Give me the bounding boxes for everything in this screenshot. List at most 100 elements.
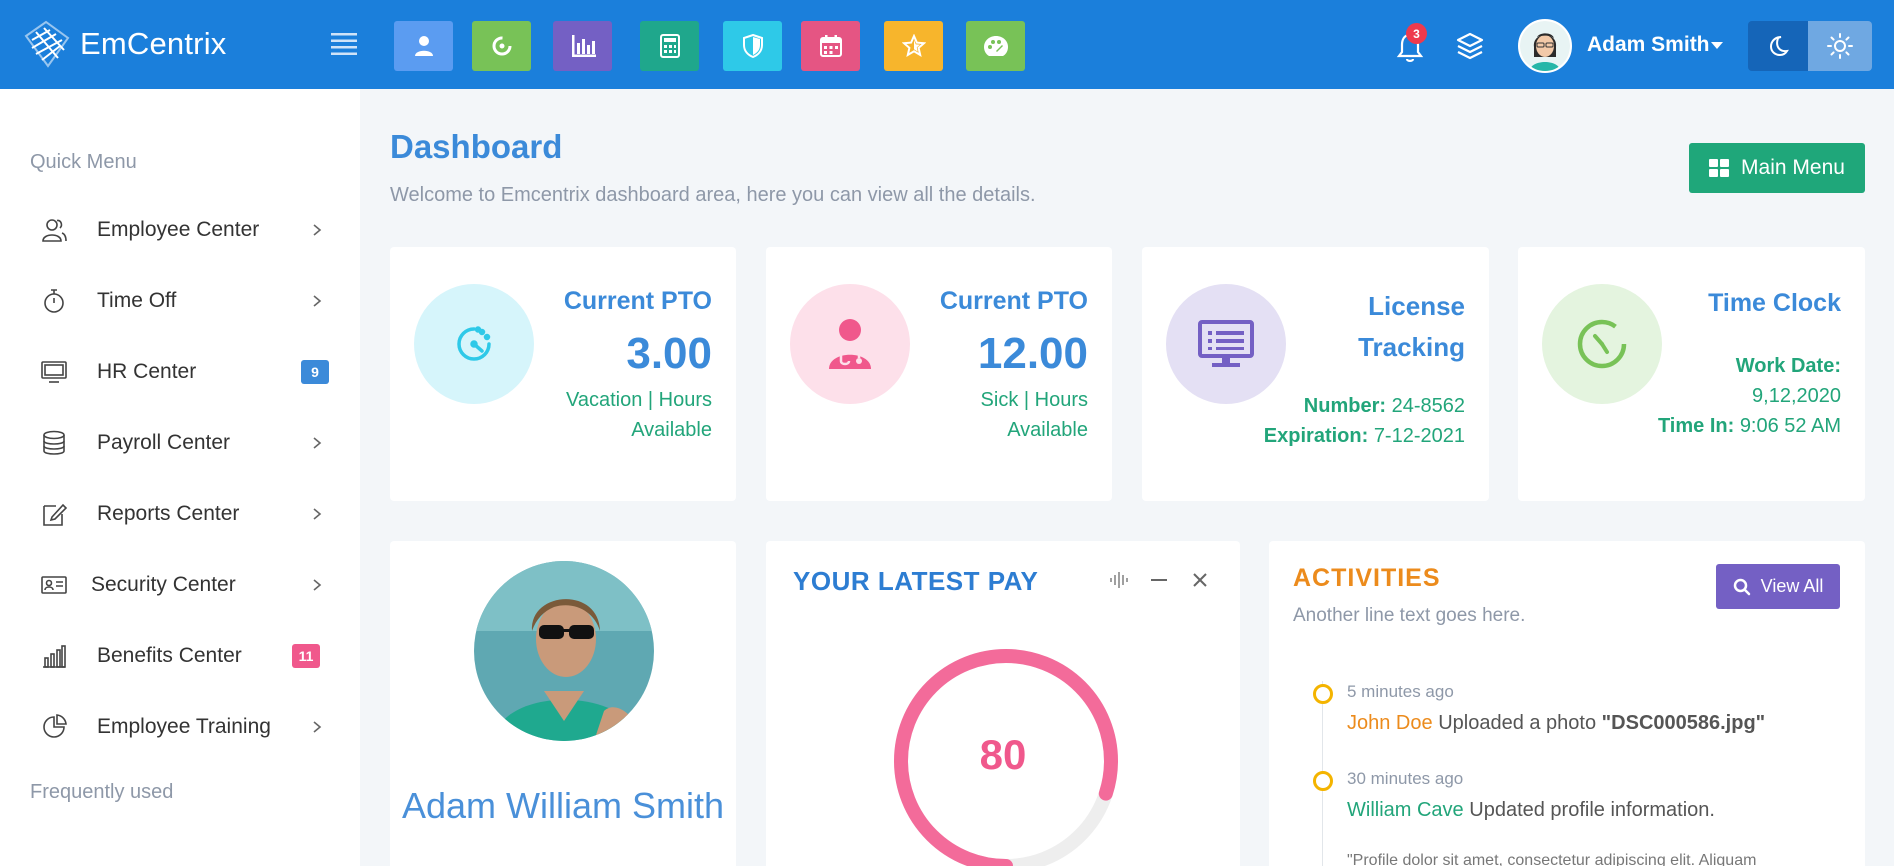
app-logo[interactable]: EmCentrix	[22, 14, 227, 74]
latest-pay-title: YOUR LATEST PAY	[793, 566, 1039, 596]
activity-actor[interactable]: William Cave	[1347, 799, 1464, 821]
time-in: 9:06 52 AM	[1739, 415, 1841, 437]
chevron-right-icon	[313, 224, 322, 236]
logo-icon	[24, 20, 70, 68]
shield-quick-button[interactable]	[723, 21, 782, 71]
user-quick-button[interactable]	[394, 21, 453, 71]
monitor-icon	[41, 361, 67, 383]
bar-chart-icon	[43, 645, 66, 668]
users-icon	[42, 219, 67, 242]
minimize-icon[interactable]	[1148, 569, 1170, 591]
frequently-used-heading: Frequently used	[30, 781, 174, 803]
license-number-label: Number:	[1303, 395, 1387, 417]
stat-description: Sick | Hours Available	[980, 389, 1088, 441]
activity-time: 30 minutes ago	[1347, 769, 1464, 788]
sidebar-item-payroll-center[interactable]: Payroll Center	[0, 418, 360, 468]
license-expiration-row: Expiration: 7-12-2021	[1264, 425, 1465, 448]
chevron-down-icon[interactable]	[1711, 42, 1723, 49]
sidebar-item-label: Payroll Center	[97, 431, 231, 454]
timeline-dot	[1313, 771, 1333, 791]
dashboard-quick-button[interactable]	[966, 21, 1025, 71]
vacation-icon-circle	[414, 284, 534, 404]
sidebar-item-employee-training[interactable]: Employee Training	[0, 702, 360, 752]
sidebar-item-security-center[interactable]: Security Center	[0, 560, 360, 610]
activity-time: 5 minutes ago	[1347, 682, 1454, 701]
grid-icon	[1709, 159, 1730, 177]
activities-subtitle: Another line text goes here.	[1293, 605, 1526, 626]
activities-title: ACTIVITIES	[1293, 564, 1441, 592]
user-avatar[interactable]	[1518, 19, 1572, 73]
sidebar-item-employee-center[interactable]: Employee Center	[0, 205, 360, 255]
sidebar-item-reports-center[interactable]: Reports Center	[0, 489, 360, 539]
chart-quick-button[interactable]	[553, 21, 612, 71]
palette-icon	[983, 36, 1008, 56]
logo-text: EmCentrix	[80, 26, 227, 61]
menu-toggle-icon[interactable]	[331, 33, 357, 55]
main-menu-label: Main Menu	[1741, 156, 1845, 179]
stat-description: Vacation | Hours Available	[565, 389, 712, 441]
vacation-pto-card[interactable]: Current PTO 3.00 Vacation | Hours Availa…	[390, 247, 736, 501]
shield-icon	[742, 34, 763, 58]
pie-chart-icon	[43, 714, 67, 738]
main-menu-button[interactable]: Main Menu	[1689, 143, 1865, 193]
calculator-quick-button[interactable]	[640, 21, 699, 71]
sidebar-item-benefits-center[interactable]: Benefits Center 11	[0, 631, 360, 681]
activity-item[interactable]: William Cave Updated profile information…	[1347, 799, 1715, 822]
monitor-list-icon	[1198, 320, 1254, 367]
activity-action: Updated profile information.	[1469, 799, 1715, 821]
calculator-icon	[659, 34, 680, 58]
refresh-quick-button[interactable]	[472, 21, 531, 71]
time-clock-icon-circle	[1542, 284, 1662, 404]
close-icon[interactable]	[1189, 569, 1211, 591]
page-subtitle: Welcome to Emcentrix dashboard area, her…	[390, 184, 1036, 206]
sick-icon-circle	[790, 284, 910, 404]
star-quick-button[interactable]	[884, 21, 943, 71]
stat-title: Current PTO	[563, 287, 712, 315]
benefits-center-count-badge: 11	[292, 644, 320, 668]
calendar-icon	[819, 35, 842, 57]
sidebar-item-time-off[interactable]: Time Off	[0, 276, 360, 326]
star-icon	[901, 34, 926, 58]
timeline-dot	[1313, 684, 1333, 704]
sidebar-item-label: Benefits Center	[97, 644, 242, 667]
license-tracking-card[interactable]: License Tracking Number: 24-8562 Expirat…	[1142, 247, 1489, 501]
bar-chart-icon	[571, 35, 596, 57]
activity-actor[interactable]: John Doe	[1347, 712, 1433, 734]
id-card-icon	[41, 576, 67, 594]
activity-item[interactable]: John Doe Uploaded a photo "DSC000586.jpg…	[1347, 712, 1765, 735]
chevron-right-icon	[313, 721, 322, 733]
license-icon-circle	[1166, 284, 1286, 404]
layers-icon[interactable]	[1455, 31, 1485, 61]
clock-icon	[457, 326, 491, 361]
view-all-label: View All	[1760, 576, 1824, 596]
search-icon	[1733, 578, 1750, 595]
timer-icon	[44, 289, 64, 313]
sidebar-item-label: Employee Center	[97, 218, 260, 241]
activity-action: Uploaded a photo	[1438, 712, 1597, 734]
license-expiration: 7-12-2021	[1373, 425, 1465, 447]
page-title: Dashboard	[390, 128, 563, 165]
dark-mode-button[interactable]	[1748, 21, 1808, 71]
profile-card: Adam William Smith	[390, 541, 736, 866]
quick-menu-heading: Quick Menu	[30, 151, 137, 173]
work-date-label: Work Date:	[1735, 355, 1841, 377]
calendar-quick-button[interactable]	[801, 21, 860, 71]
profile-photo[interactable]	[474, 561, 654, 741]
activity-object: "DSC000586.jpg"	[1601, 712, 1766, 734]
chevron-right-icon	[313, 579, 322, 591]
light-mode-button[interactable]	[1808, 21, 1872, 71]
sick-pto-card[interactable]: Current PTO 12.00 Sick | Hours Available	[766, 247, 1112, 501]
edit-icon	[43, 503, 68, 526]
work-date: 9,12,2020	[1752, 385, 1841, 407]
stat-title: Current PTO	[939, 287, 1088, 315]
time-clock-card[interactable]: Time Clock Work Date: 9,12,2020 Time In:…	[1518, 247, 1865, 501]
view-all-button[interactable]: View All	[1716, 564, 1840, 609]
latest-pay-value: 80	[979, 731, 1027, 778]
user-name[interactable]: Adam Smith	[1587, 33, 1710, 57]
sidebar-item-hr-center[interactable]: HR Center 9	[0, 347, 360, 397]
time-clock-title: Time Clock	[1708, 289, 1841, 317]
doctor-icon	[829, 319, 871, 369]
sidebar: Quick Menu Employee Center Time Off HR C…	[0, 89, 360, 866]
sidebar-item-label: Time Off	[97, 289, 177, 312]
waveform-icon[interactable]	[1108, 569, 1130, 591]
